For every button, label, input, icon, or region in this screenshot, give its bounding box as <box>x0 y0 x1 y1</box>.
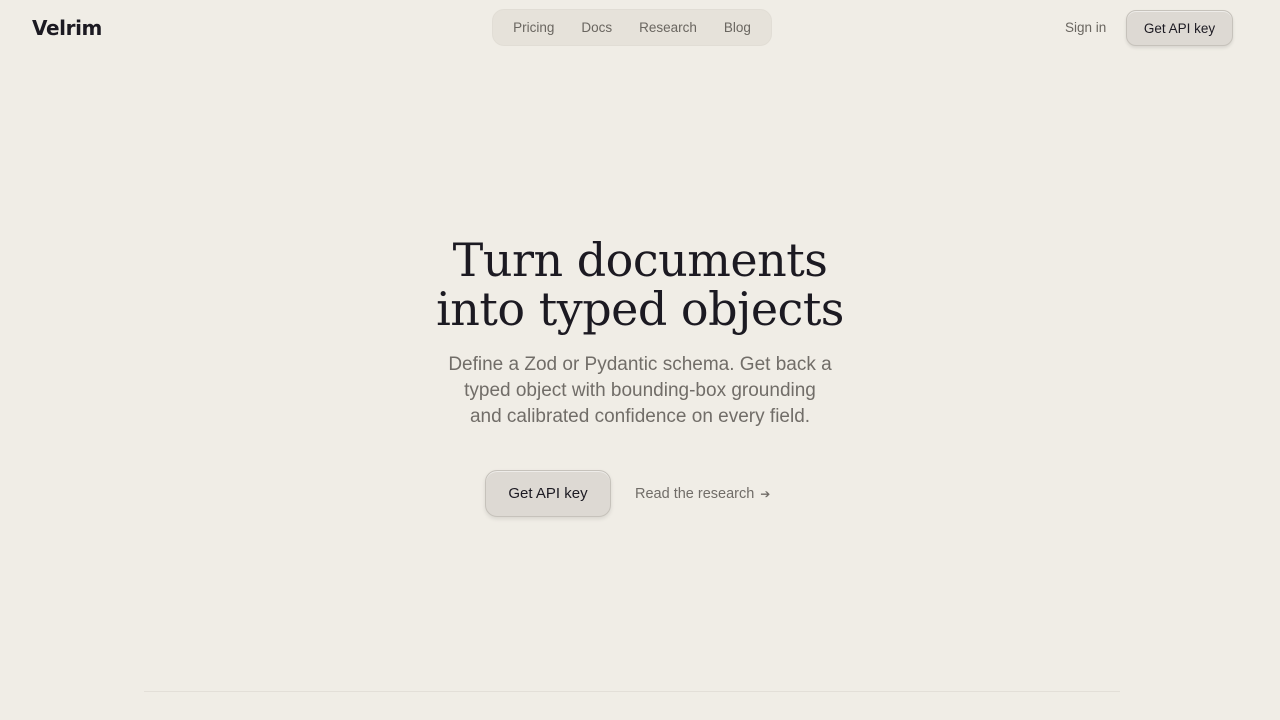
get-api-key-button[interactable]: Get API key <box>485 470 611 517</box>
hero-subtitle-line-3: and calibrated confidence on every field… <box>469 406 811 427</box>
hero-subtitle-line-1: Define a Zod or Pydantic schema. Get bac… <box>448 354 832 375</box>
hero-title-line-2: into typed objects <box>436 282 844 336</box>
logo[interactable]: Velrim <box>32 14 102 42</box>
nav-blog[interactable]: Blog <box>710 9 764 46</box>
hero-subtitle: Define a Zod or Pydantic schema. Get bac… <box>430 352 850 430</box>
hero-title-line-1: Turn documents <box>452 233 828 287</box>
sign-in-link[interactable]: Sign in <box>1065 18 1106 38</box>
read-research-link[interactable]: Read the research ➔ <box>635 486 770 502</box>
hero-title: Turn documents into typed objects <box>410 236 870 334</box>
get-api-key-button-header[interactable]: Get API key <box>1126 10 1233 46</box>
nav-research[interactable]: Research <box>626 9 711 46</box>
hero-cta-row: Get API key Read the research ➔ <box>485 470 770 517</box>
hero-subtitle-line-2: typed object with bounding-box grounding <box>464 380 816 401</box>
read-research-label: Read the research <box>635 485 755 502</box>
main-nav: Pricing Docs Research Blog <box>492 9 772 46</box>
hero: Turn documents into typed objects Define… <box>0 236 1280 430</box>
nav-docs[interactable]: Docs <box>568 9 626 46</box>
page: Velrim Pricing Docs Research Blog Sign i… <box>0 0 1280 720</box>
nav-pricing[interactable]: Pricing <box>500 9 568 46</box>
site-header: Velrim Pricing Docs Research Blog Sign i… <box>0 0 1280 56</box>
arrow-right-icon: ➔ <box>760 486 771 501</box>
section-divider <box>144 691 1120 692</box>
